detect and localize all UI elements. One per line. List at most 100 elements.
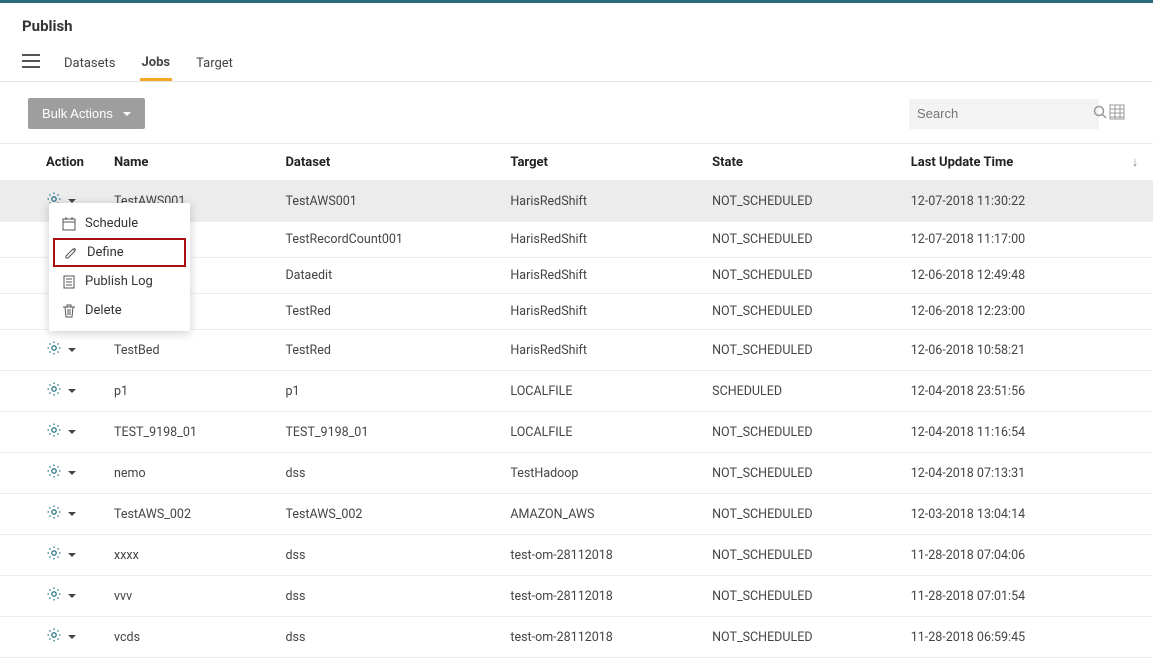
cell-dataset: dss xyxy=(271,535,496,576)
col-update[interactable]: Last Update Time xyxy=(897,144,1117,181)
tab-target[interactable]: Target xyxy=(194,46,235,81)
cell-state: NOT_SCHEDULED xyxy=(698,453,897,494)
col-state[interactable]: State xyxy=(698,144,897,181)
cell-state: NOT_SCHEDULED xyxy=(698,412,897,453)
sort-indicator[interactable]: ↓ xyxy=(1117,144,1153,181)
chevron-down-icon[interactable] xyxy=(68,471,76,475)
dropdown-item-delete[interactable]: Delete xyxy=(49,296,190,325)
cell-state: NOT_SCHEDULED xyxy=(698,181,897,222)
table-row[interactable]: nemodssTestHadoopNOT_SCHEDULED12-04-2018… xyxy=(0,453,1153,494)
cell-state: NOT_SCHEDULED xyxy=(698,617,897,658)
gear-icon[interactable] xyxy=(46,422,62,442)
cell-updated: 11-28-2018 06:59:45 xyxy=(897,617,1117,658)
hamburger-icon[interactable] xyxy=(22,54,40,72)
cell-dataset: p1 xyxy=(271,371,496,412)
trash-icon xyxy=(61,304,77,318)
action-cell xyxy=(0,453,100,494)
dropdown-item-schedule[interactable]: Schedule xyxy=(49,209,190,238)
dropdown-label: Define xyxy=(87,245,124,260)
cell-updated: 11-28-2018 07:01:54 xyxy=(897,576,1117,617)
cell-state: NOT_SCHEDULED xyxy=(698,222,897,258)
arrow-down-icon: ↓ xyxy=(1132,155,1139,170)
cell-updated: 12-04-2018 11:16:54 xyxy=(897,412,1117,453)
cell-updated: 12-04-2018 23:51:56 xyxy=(897,371,1117,412)
cell-target: test-om-28112018 xyxy=(496,617,698,658)
cell-dataset: TestAWS_002 xyxy=(271,494,496,535)
pencil-icon xyxy=(63,246,79,260)
action-cell xyxy=(0,494,100,535)
col-target[interactable]: Target xyxy=(496,144,698,181)
gear-icon[interactable] xyxy=(46,463,62,483)
cell-target: LOCALFILE xyxy=(496,412,698,453)
cell-dataset: dss xyxy=(271,453,496,494)
cell-name: nemo xyxy=(100,453,271,494)
cell-target: HarisRedShift xyxy=(496,330,698,371)
page-title: Publish xyxy=(0,3,1153,45)
cell-updated: 12-06-2018 12:23:00 xyxy=(897,294,1117,330)
table-row[interactable]: TestAWS_002TestAWS_002AMAZON_AWSNOT_SCHE… xyxy=(0,494,1153,535)
dropdown-label: Schedule xyxy=(85,216,138,231)
chevron-down-icon[interactable] xyxy=(68,512,76,516)
dropdown-label: Publish Log xyxy=(85,274,153,289)
search-input[interactable] xyxy=(917,106,1093,121)
table-row[interactable]: vcdsdsstest-om-28112018NOT_SCHEDULED11-2… xyxy=(0,617,1153,658)
cell-empty xyxy=(1117,330,1153,371)
col-action[interactable]: Action xyxy=(0,144,100,181)
table-row[interactable]: p1p1LOCALFILESCHEDULED12-04-2018 23:51:5… xyxy=(0,371,1153,412)
cell-dataset: dss xyxy=(271,576,496,617)
cell-empty xyxy=(1117,294,1153,330)
gear-icon[interactable] xyxy=(46,627,62,647)
chevron-down-icon[interactable] xyxy=(68,430,76,434)
cell-name: xxxx xyxy=(100,535,271,576)
tab-jobs[interactable]: Jobs xyxy=(140,45,173,81)
col-dataset[interactable]: Dataset xyxy=(271,144,496,181)
dropdown-item-define[interactable]: Define xyxy=(53,238,186,267)
table-row[interactable]: vvvdsstest-om-28112018NOT_SCHEDULED11-28… xyxy=(0,576,1153,617)
log-icon xyxy=(61,275,77,289)
action-cell xyxy=(0,371,100,412)
cell-target: TestHadoop xyxy=(496,453,698,494)
cell-target: HarisRedShift xyxy=(496,258,698,294)
gear-icon[interactable] xyxy=(46,545,62,565)
cell-empty xyxy=(1117,617,1153,658)
cell-target: HarisRedShift xyxy=(496,222,698,258)
table-header-row: Action Name Dataset Target State Last Up… xyxy=(0,144,1153,181)
chevron-down-icon[interactable] xyxy=(68,635,76,639)
cell-dataset: TestRecordCount001 xyxy=(271,222,496,258)
cell-target: HarisRedShift xyxy=(496,294,698,330)
cell-empty xyxy=(1117,412,1153,453)
cell-updated: 11-28-2018 07:04:06 xyxy=(897,535,1117,576)
calendar-icon xyxy=(61,217,77,231)
toolbar: Bulk Actions xyxy=(0,82,1153,143)
cell-target: HarisRedShift xyxy=(496,181,698,222)
bulk-actions-button[interactable]: Bulk Actions xyxy=(28,98,145,129)
cell-target: LOCALFILE xyxy=(496,371,698,412)
table-row[interactable]: TestBedTestRedHarisRedShiftNOT_SCHEDULED… xyxy=(0,330,1153,371)
chevron-down-icon xyxy=(123,112,131,116)
columns-icon[interactable] xyxy=(1109,104,1125,124)
action-cell xyxy=(0,412,100,453)
search-icon[interactable] xyxy=(1093,105,1107,123)
table-row[interactable]: TEST_9198_01TEST_9198_01LOCALFILENOT_SCH… xyxy=(0,412,1153,453)
tab-datasets[interactable]: Datasets xyxy=(62,46,118,81)
cell-updated: 12-04-2018 07:13:31 xyxy=(897,453,1117,494)
cell-state: NOT_SCHEDULED xyxy=(698,330,897,371)
search-box xyxy=(909,99,1099,129)
chevron-down-icon[interactable] xyxy=(68,553,76,557)
dropdown-item-publish-log[interactable]: Publish Log xyxy=(49,267,190,296)
chevron-down-icon[interactable] xyxy=(68,594,76,598)
chevron-down-icon[interactable] xyxy=(68,389,76,393)
chevron-down-icon[interactable] xyxy=(68,348,76,352)
gear-icon[interactable] xyxy=(46,586,62,606)
cell-empty xyxy=(1117,258,1153,294)
cell-updated: 12-06-2018 12:49:48 xyxy=(897,258,1117,294)
cell-name: p1 xyxy=(100,371,271,412)
gear-icon[interactable] xyxy=(46,504,62,524)
cell-state: NOT_SCHEDULED xyxy=(698,294,897,330)
gear-icon[interactable] xyxy=(46,381,62,401)
col-name[interactable]: Name xyxy=(100,144,271,181)
gear-icon[interactable] xyxy=(46,340,62,360)
table-row[interactable]: xxxxdsstest-om-28112018NOT_SCHEDULED11-2… xyxy=(0,535,1153,576)
cell-empty xyxy=(1117,494,1153,535)
cell-target: test-om-28112018 xyxy=(496,535,698,576)
